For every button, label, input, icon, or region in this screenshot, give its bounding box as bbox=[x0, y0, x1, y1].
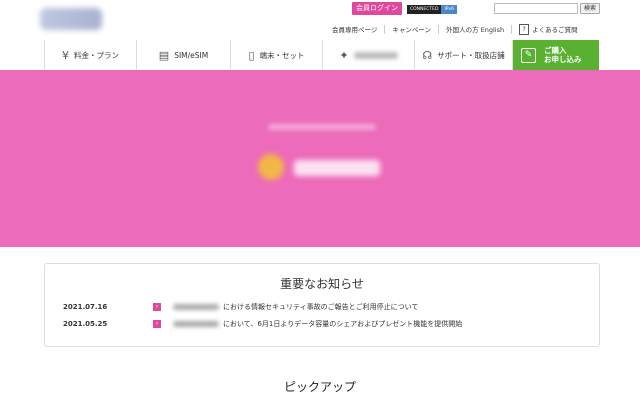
english-link[interactable]: 外国人の方 English bbox=[446, 24, 504, 34]
member-page-link[interactable]: 会員専用ページ bbox=[332, 24, 377, 34]
device-icon: ▯ bbox=[248, 48, 255, 62]
arrow-right-icon: › bbox=[153, 303, 161, 311]
sparkle-icon: ✦ bbox=[339, 48, 349, 62]
campaign-link[interactable]: キャンペーン bbox=[392, 24, 431, 34]
notice-date: 2021.07.16 bbox=[63, 303, 108, 311]
sim-card-icon: ▤ bbox=[158, 48, 170, 62]
nav-item-label: サポート・取扱店舗 bbox=[437, 50, 505, 60]
ipv6-label: IPv6 bbox=[441, 5, 458, 14]
important-notice-box: 重要なお知らせ 2021.07.16 › における情報セキュリティ事故のご報告と… bbox=[44, 263, 600, 347]
nav-item-label: SIM/eSIM bbox=[174, 50, 209, 60]
hero-logo-wordmark bbox=[294, 160, 380, 176]
notice-item[interactable]: 2021.05.25 › において、6月1日よりデータ容量のシェアおよびプレゼン… bbox=[63, 318, 462, 330]
service-name-blurred bbox=[173, 321, 219, 327]
hero-banner[interactable] bbox=[0, 70, 640, 247]
notice-item[interactable]: 2021.07.16 › における情報セキュリティ事故のご報告とご利用停止につい… bbox=[63, 301, 418, 313]
nav-item-label: 端末・セット bbox=[259, 50, 305, 60]
nav-item-special[interactable]: ✦ bbox=[323, 40, 415, 70]
nav-item-device[interactable]: ▯ 端末・セット bbox=[231, 40, 323, 70]
divider bbox=[384, 24, 386, 34]
hero-logo-mark bbox=[258, 154, 284, 180]
service-name-blurred bbox=[173, 304, 219, 310]
pickup-heading: ピックアップ bbox=[283, 380, 356, 394]
faq-link[interactable]: よくあるご質問 bbox=[532, 24, 578, 34]
divider bbox=[438, 24, 440, 34]
search-button[interactable]: 検索 bbox=[580, 3, 600, 14]
apply-label: ご購入 お申し込み bbox=[544, 46, 582, 64]
question-icon: ? bbox=[519, 23, 530, 35]
arrow-right-icon: › bbox=[153, 320, 161, 328]
site-logo[interactable] bbox=[40, 8, 102, 30]
apply-label-line2: お申し込み bbox=[544, 55, 582, 64]
nav-item-sim[interactable]: ▤ SIM/eSIM bbox=[137, 40, 231, 70]
nav-item-label-blurred bbox=[353, 51, 398, 59]
nav-item-support[interactable]: ☊ サポート・取扱店舗 bbox=[415, 40, 513, 70]
notice-text: において、6月1日よりデータ容量のシェアおよびプレゼント機能を提供開始 bbox=[223, 320, 463, 328]
connected-ipv6-badge: CONNECTED IPv6 bbox=[407, 5, 458, 14]
yen-icon: ¥ bbox=[62, 48, 69, 62]
notice-title: 重要なお知らせ bbox=[280, 277, 364, 291]
apply-button[interactable]: ✎ ご購入 お申し込み bbox=[513, 40, 599, 70]
headset-icon: ☊ bbox=[422, 48, 433, 62]
connected-label: CONNECTED bbox=[407, 5, 442, 14]
pencil-icon: ✎ bbox=[521, 47, 536, 63]
nav-item-plan[interactable]: ¥ 料金・プラン bbox=[45, 40, 137, 70]
divider bbox=[511, 24, 513, 34]
member-login-button[interactable]: 会員ログイン bbox=[352, 2, 402, 15]
search-input[interactable] bbox=[494, 3, 578, 14]
nav-item-label: 料金・プラン bbox=[74, 50, 119, 60]
apply-label-line1: ご購入 bbox=[544, 46, 567, 55]
hero-tagline-blurred bbox=[268, 124, 376, 130]
notice-text: における情報セキュリティ事故のご報告とご利用停止について bbox=[223, 303, 419, 311]
main-nav: ¥ 料金・プラン ▤ SIM/eSIM ▯ 端末・セット ✦ ☊ サポート・取扱… bbox=[44, 40, 600, 70]
util-links: 会員専用ページ キャンペーン 外国人の方 English ? よくあるご質問 bbox=[332, 22, 578, 36]
hero-logo bbox=[258, 152, 386, 182]
notice-date: 2021.05.25 bbox=[63, 320, 108, 328]
